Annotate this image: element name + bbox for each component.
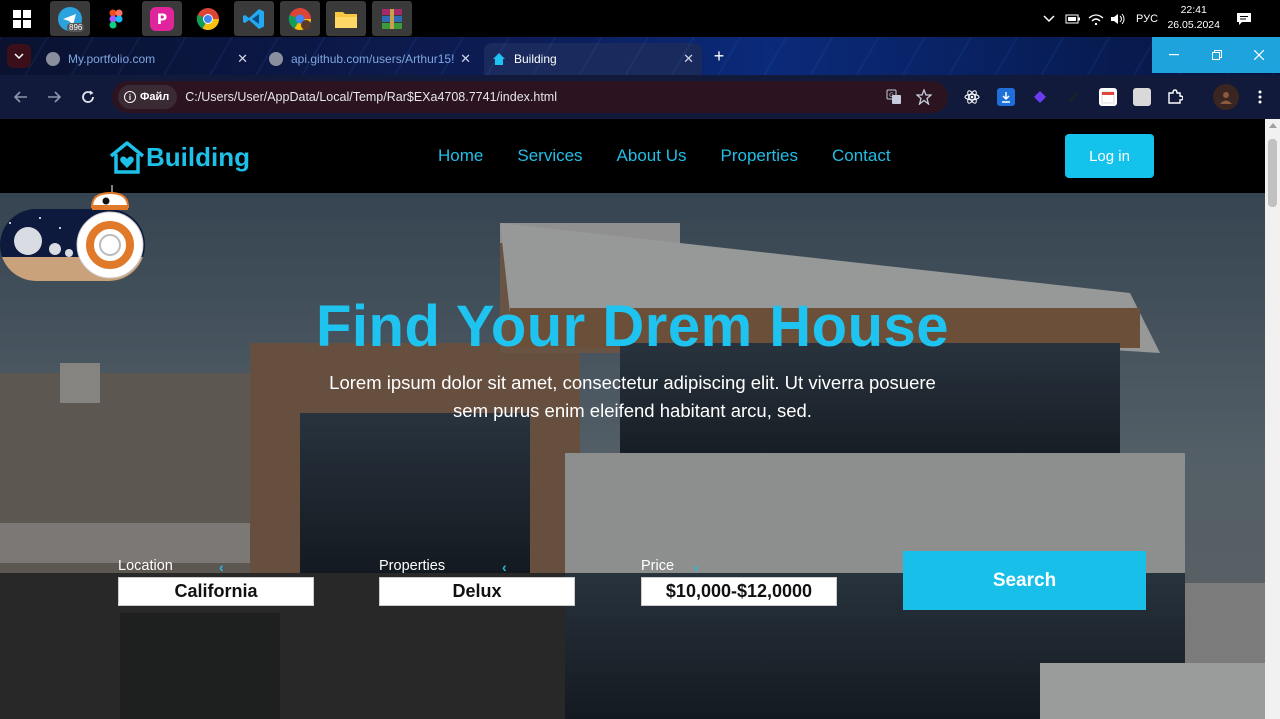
close-icon[interactable]: ✕ (460, 51, 471, 67)
calendar-extension-icon[interactable] (1099, 88, 1117, 106)
house-heart-icon (109, 141, 145, 174)
globe-icon (46, 52, 60, 66)
chevron-up-icon[interactable] (1043, 0, 1055, 37)
telegram-icon[interactable]: 896 (50, 1, 90, 36)
chevron-left-icon[interactable]: ‹ (694, 559, 699, 575)
bookmark-star-icon[interactable] (916, 89, 932, 105)
restore-button[interactable] (1195, 37, 1238, 73)
react-devtools-icon[interactable] (963, 88, 981, 106)
location-field[interactable]: California (118, 577, 314, 606)
chrome-profile-icon[interactable] (280, 1, 320, 36)
tab-portfolio[interactable]: My.portfolio.com ✕ (38, 43, 256, 75)
nav-services[interactable]: Services (517, 146, 582, 166)
diamond-extension-icon[interactable] (1031, 88, 1049, 106)
figma-icon[interactable] (96, 1, 136, 36)
browser-toolbar: i Файл C:/Users/User/AppData/Local/Temp/… (0, 75, 1280, 119)
forward-arrow-icon[interactable] (44, 87, 64, 107)
notification-icon[interactable] (1236, 0, 1252, 37)
more-menu-icon[interactable] (1251, 88, 1269, 106)
file-explorer-icon[interactable] (326, 1, 366, 36)
bb8-widget-icon[interactable] (0, 183, 150, 283)
pencil-extension-icon[interactable] (1065, 88, 1083, 106)
info-icon: i (124, 91, 136, 103)
nav-contact[interactable]: Contact (832, 146, 891, 166)
tab-building[interactable]: Building ✕ (484, 43, 702, 75)
volume-icon[interactable] (1110, 0, 1126, 37)
new-tab-button[interactable]: + (708, 45, 730, 67)
language-indicator[interactable]: РУС (1136, 0, 1158, 37)
wifi-icon[interactable] (1088, 0, 1104, 37)
hero-section: Find Your Drem House Lorem ipsum dolor s… (0, 193, 1265, 719)
price-field[interactable]: $10,000-$12,0000 (641, 577, 837, 606)
site-header: Building Home Services About Us Properti… (0, 119, 1265, 193)
close-icon[interactable]: ✕ (237, 51, 248, 67)
system-clock[interactable]: 22:41 26.05.2024 (1167, 3, 1220, 33)
winrar-icon[interactable] (372, 1, 412, 36)
clock-date: 26.05.2024 (1167, 19, 1220, 31)
picsart-icon[interactable]: P (142, 1, 182, 36)
tab-title: api.github.com/users/Arthur15! (291, 52, 455, 66)
windows-start-icon[interactable] (2, 1, 42, 36)
extensions-puzzle-icon[interactable] (1166, 88, 1184, 106)
search-button[interactable]: Search (903, 551, 1146, 610)
svg-text:P: P (157, 12, 167, 28)
minimize-icon (1168, 54, 1179, 56)
hero-dark-overlay (0, 193, 1265, 719)
hero-title: Find Your Drem House (315, 294, 950, 359)
vscode-icon[interactable] (234, 1, 274, 36)
reload-icon[interactable] (78, 87, 98, 107)
minimize-button[interactable] (1152, 37, 1195, 73)
profile-avatar[interactable] (1213, 84, 1239, 110)
nav-properties[interactable]: Properties (720, 146, 797, 166)
hero-description: Lorem ipsum dolor sit amet, consectetur … (329, 372, 936, 421)
telegram-badge: 896 (67, 23, 85, 32)
nav-home[interactable]: Home (438, 146, 483, 166)
tab-title: Building (514, 52, 557, 66)
browser-tab-strip: My.portfolio.com ✕ api.github.com/users/… (0, 37, 1280, 75)
tab-github-api[interactable]: api.github.com/users/Arthur15! ✕ (261, 43, 479, 75)
close-icon (1254, 50, 1264, 60)
properties-label: Properties (379, 558, 446, 574)
url-text[interactable]: C:/Users/User/AppData/Local/Temp/Rar$EXa… (185, 90, 557, 104)
login-button[interactable]: Log in (1065, 134, 1154, 178)
logo-text: Building (146, 141, 250, 172)
house-icon (493, 53, 505, 65)
scroll-up-arrow-icon[interactable] (1269, 123, 1277, 128)
tab-search-button[interactable] (7, 44, 31, 68)
properties-field[interactable]: Delux (379, 577, 575, 606)
translate-icon[interactable]: G (886, 89, 902, 105)
address-bar[interactable]: i Файл C:/Users/User/AppData/Local/Temp/… (112, 81, 948, 113)
location-label: Location (118, 558, 173, 574)
site-info-label: Файл (140, 91, 170, 103)
avatar-icon (1220, 92, 1232, 104)
page-scrollbar[interactable] (1265, 119, 1280, 719)
price-label: Price (641, 558, 675, 574)
svg-text:G: G (889, 92, 894, 99)
restore-icon (1211, 50, 1222, 60)
site-logo[interactable]: Building (108, 137, 250, 177)
globe-icon (269, 52, 283, 66)
chevron-left-icon[interactable]: ‹ (502, 559, 507, 575)
battery-icon[interactable] (1065, 0, 1081, 37)
windows-taskbar: 896 P РУС 22:41 26.05.2024 (0, 0, 1280, 37)
chevron-left-icon[interactable]: ‹ (219, 559, 224, 575)
screenshot-extension-icon[interactable] (1133, 88, 1151, 106)
site-info-chip[interactable]: i Файл (118, 85, 178, 109)
close-window-button[interactable] (1238, 37, 1280, 73)
web-page: Building Home Services About Us Properti… (0, 119, 1265, 719)
download-icon[interactable] (997, 88, 1015, 106)
nav-about-us[interactable]: About Us (617, 146, 687, 166)
close-icon[interactable]: ✕ (683, 51, 694, 67)
main-nav: Home Services About Us Properties Contac… (438, 146, 925, 166)
chrome-icon[interactable] (188, 1, 228, 36)
back-arrow-icon[interactable] (11, 87, 31, 107)
chevron-down-icon (14, 53, 24, 59)
clock-time: 22:41 (1180, 4, 1207, 16)
tab-title: My.portfolio.com (68, 52, 156, 66)
scrollbar-thumb[interactable] (1268, 139, 1277, 207)
